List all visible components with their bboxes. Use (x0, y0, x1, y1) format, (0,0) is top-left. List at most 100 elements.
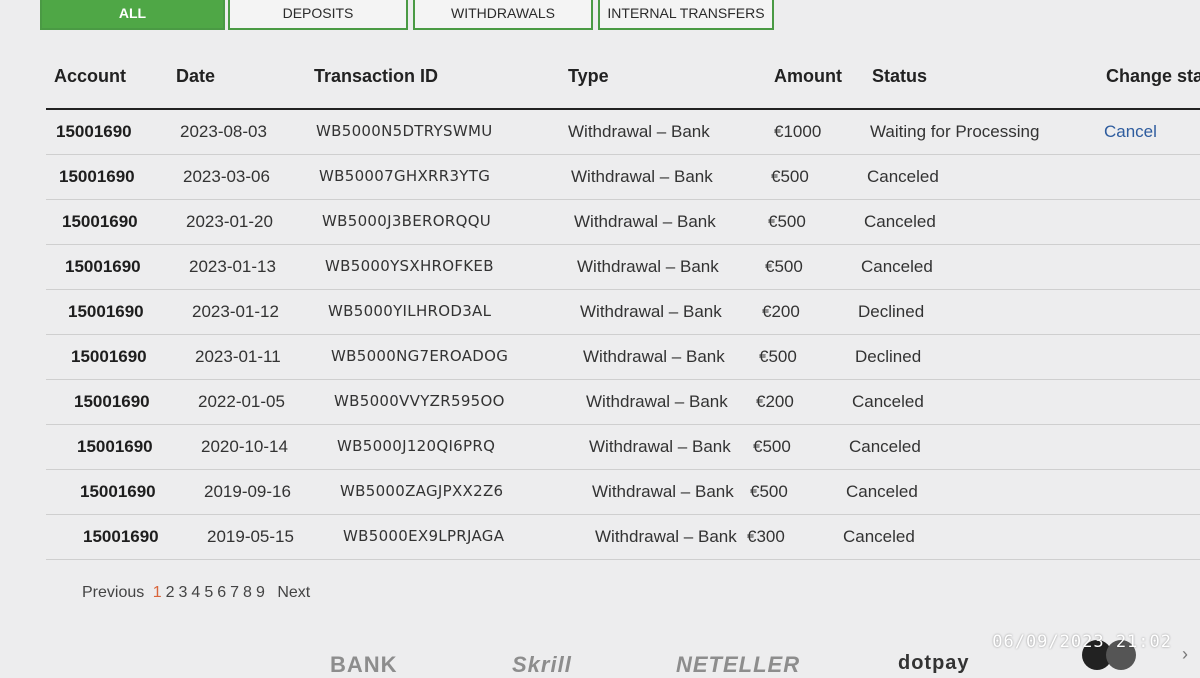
tab-all[interactable]: ALL (40, 0, 225, 30)
cancel-link[interactable]: Cancel (1104, 122, 1157, 142)
cell-status: Canceled (861, 257, 933, 276)
cell-status: Canceled (852, 392, 924, 411)
column-header-date: Date (176, 66, 216, 86)
cell-date: 2023-03-06 (183, 167, 270, 186)
cell-type: Withdrawal – Bank (589, 437, 731, 456)
tab-internal-transfers[interactable]: INTERNAL TRANSFERS (598, 0, 774, 30)
cell-type: Withdrawal – Bank (574, 212, 716, 231)
column-header-amount: Amount (774, 66, 842, 86)
page-number-5[interactable]: 5 (204, 584, 213, 601)
page-number-7[interactable]: 7 (230, 584, 239, 601)
page-number-3[interactable]: 3 (179, 584, 188, 601)
cell-type: Withdrawal – Bank (583, 347, 725, 366)
cell-type: Withdrawal – Bank (577, 257, 719, 276)
page-number-4[interactable]: 4 (191, 584, 200, 601)
cell-date: 2019-09-16 (204, 482, 291, 501)
cell-status: Canceled (843, 527, 915, 546)
cell-amount: €500 (765, 257, 803, 276)
cell-amount: €200 (756, 392, 794, 411)
cell-amount: €200 (762, 302, 800, 321)
cell-amount: €500 (750, 482, 788, 501)
cell-amount: €300 (747, 527, 785, 546)
cell-date: 2022-01-05 (198, 392, 285, 411)
cell-date: 2023-01-13 (189, 257, 276, 276)
cell-type: Withdrawal – Bank (586, 392, 728, 411)
table-row: 15001690 2022-01-05 WB5000VVYZR595OO Withdr… (46, 380, 1200, 425)
column-header-change-status: Change statu (1106, 66, 1200, 86)
table-row: 15001690 2023-01-12 WB5000YILHROD3AL Withdr… (46, 290, 1200, 335)
cell-date: 2023-01-20 (186, 212, 273, 231)
table-row: 15001690 2023-01-20 WB5000J3BERORQQU Withdr… (46, 200, 1200, 245)
column-header-status: Status (872, 66, 928, 86)
cell-status: Canceled (846, 482, 918, 501)
column-header-account: Account (54, 66, 126, 86)
tab-deposits[interactable]: DEPOSITS (228, 0, 408, 30)
cell-id: WB5000EX9LPRJAGA (343, 527, 505, 545)
cell-account: 15001690 (65, 257, 141, 276)
cell-status: Declined (855, 347, 922, 366)
cell-account: 15001690 (74, 392, 150, 411)
table-row: 15001690 2019-09-16 WB5000ZAGJPXX2Z6 Withdr… (46, 470, 1200, 515)
page-number-1[interactable]: 1 (153, 584, 162, 601)
next-page-link[interactable]: Next (277, 584, 310, 601)
cell-date: 2023-01-11 (195, 347, 281, 366)
tab-withdrawals[interactable]: WITHDRAWALS (413, 0, 593, 30)
cell-date: 2020-10-14 (201, 437, 288, 456)
cell-status: Declined (858, 302, 925, 321)
cell-type: Withdrawal – Bank (568, 122, 710, 141)
page-number-9[interactable]: 9 (256, 584, 265, 601)
cell-account: 15001690 (56, 122, 132, 141)
bank-logo: BANK (330, 652, 398, 677)
cell-status: Waiting for Processing (870, 122, 1040, 141)
cell-id: WB5000J120QI6PRQ (337, 437, 496, 455)
cell-id: WB5000NG7EROADOG (331, 347, 509, 365)
table-body: 15001690 2023-08-03 WB5000N5DTRYSWMU Withdr… (46, 110, 1200, 560)
page-numbers: 123456789 (153, 584, 269, 601)
cell-type: Withdrawal – Bank (592, 482, 734, 501)
page-number-8[interactable]: 8 (243, 584, 252, 601)
table-row: 15001690 2023-01-13 WB5000YSXHROFKEB Withdr… (46, 245, 1200, 290)
cell-id: WB5000VVYZR595OO (334, 392, 505, 410)
cell-status: Canceled (867, 167, 939, 186)
cell-id: WB5000J3BERORQQU (322, 212, 492, 230)
page-number-2[interactable]: 2 (166, 584, 175, 601)
transaction-filter-tabs: ALL DEPOSITS WITHDRAWALS INTERNAL TRANSF… (0, 0, 1200, 32)
table-row: 15001690 2023-01-11 WB5000NG7EROADOG Withdr… (46, 335, 1200, 380)
skrill-logo: Skrill (512, 652, 572, 677)
pagination: Previous 123456789 Next (82, 584, 314, 602)
cell-account: 15001690 (71, 347, 147, 366)
cell-date: 2019-05-15 (207, 527, 294, 546)
cell-amount: €500 (753, 437, 791, 456)
cell-type: Withdrawal – Bank (595, 527, 737, 546)
chevron-right-icon[interactable]: › (1182, 644, 1188, 665)
column-header-transaction-id: Transaction ID (314, 66, 439, 86)
cell-id: WB5000ZAGJPXX2Z6 (340, 482, 504, 500)
cell-type: Withdrawal – Bank (580, 302, 722, 321)
cell-status: Canceled (849, 437, 921, 456)
table-row: 15001690 2020-10-14 WB5000J120QI6PRQ Withdr… (46, 425, 1200, 470)
photo-timestamp: 06/09/2023 21:02 (992, 632, 1172, 652)
cell-account: 15001690 (68, 302, 144, 321)
cell-amount: €500 (771, 167, 809, 186)
table-header: Account Date Transaction ID Type Amount … (46, 52, 1200, 110)
previous-page-link[interactable]: Previous (82, 584, 144, 601)
cell-account: 15001690 (62, 212, 138, 231)
cell-account: 15001690 (59, 167, 135, 186)
table-row: 15001690 2023-03-06 WB50007GHXRR3YTG Withdr… (46, 155, 1200, 200)
transactions-table: Account Date Transaction ID Type Amount … (46, 52, 1200, 560)
cell-id: WB5000YSXHROFKEB (325, 257, 494, 275)
table-row: 15001690 2023-08-03 WB5000N5DTRYSWMU Withdr… (46, 110, 1200, 155)
cell-account: 15001690 (77, 437, 153, 456)
cell-date: 2023-01-12 (192, 302, 279, 321)
cell-account: 15001690 (80, 482, 156, 501)
page-number-6[interactable]: 6 (217, 584, 226, 601)
cell-id: WB5000YILHROD3AL (328, 302, 492, 320)
neteller-logo: NETELLER (676, 652, 801, 677)
dotpay-logo: dotpay (898, 652, 970, 674)
cell-id: WB5000N5DTRYSWMU (316, 122, 493, 140)
cell-amount: €500 (759, 347, 797, 366)
cell-amount: €1000 (774, 122, 822, 141)
column-header-type: Type (568, 66, 609, 86)
cell-account: 15001690 (83, 527, 159, 546)
cell-type: Withdrawal – Bank (571, 167, 713, 186)
